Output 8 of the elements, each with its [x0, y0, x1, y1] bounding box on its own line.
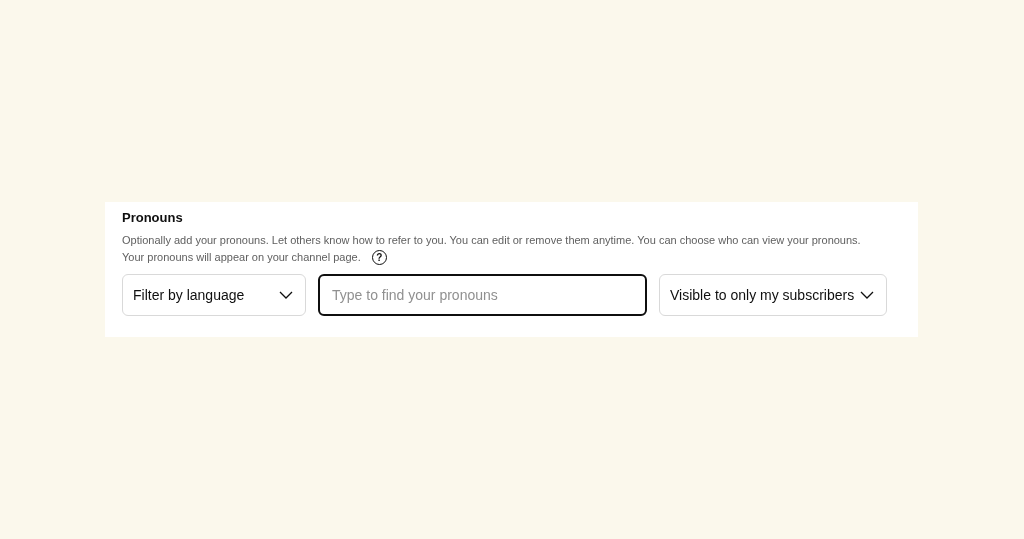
chevron-down-icon: [860, 291, 874, 299]
description-text: Optionally add your pronouns. Let others know how to refer to you. You can edit or remove them anytime. You can choose who can view your pronouns.: [122, 233, 861, 248]
visibility-dropdown[interactable]: Visible to only my subscribers: [659, 274, 887, 316]
description-text: Your pronouns will appear on your channel page.: [122, 250, 361, 265]
search-field[interactable]: Type to find your pronouns: [318, 274, 647, 316]
language-dropdown[interactable]: Filter by language: [122, 274, 306, 316]
chevron-down-icon: [279, 291, 293, 299]
section-title: Pronouns: [122, 210, 184, 226]
